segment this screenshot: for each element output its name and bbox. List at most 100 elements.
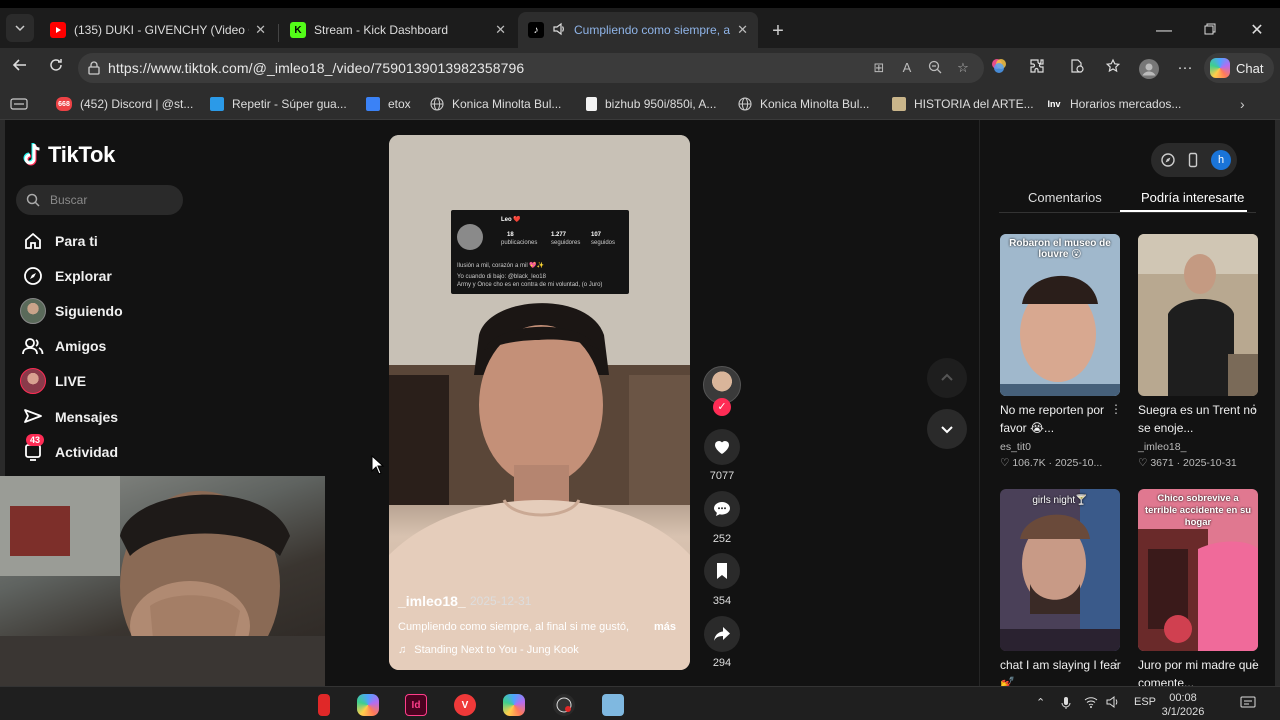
favorite-star-icon[interactable]: ☆ <box>954 60 972 76</box>
more-options-icon[interactable]: ⋮ <box>1110 402 1122 416</box>
tray-overflow-chevron-icon[interactable]: ⌃ <box>1036 696 1045 709</box>
favorites-icon[interactable] <box>1102 58 1124 78</box>
bookmark-bizhub[interactable]: bizhub 950i/850i, A... <box>586 95 716 113</box>
next-video-button[interactable] <box>927 409 967 449</box>
nav-explorar[interactable]: Explorar <box>20 261 112 291</box>
thumbnail-overlay-text: Chico sobrevive a terrible accidente en … <box>1144 493 1252 528</box>
nav-para-ti[interactable]: Para ti <box>20 226 98 256</box>
like-button[interactable] <box>704 429 740 465</box>
suggestion-thumbnail[interactable]: Chico sobrevive a terrible accidente en … <box>1138 489 1258 651</box>
more-menu-icon[interactable]: ··· <box>1174 58 1196 78</box>
translate-icon[interactable]: A <box>898 60 916 76</box>
more-options-icon[interactable]: ⋮ <box>1248 402 1260 416</box>
suggestion-caption[interactable]: chat I am slaying I fear 💅 <box>1000 656 1124 686</box>
lock-bookmark-icon <box>366 97 380 111</box>
bookmark-etox[interactable]: etox <box>366 95 411 113</box>
bookmark-historia[interactable]: HISTORIA del ARTE... <box>892 95 1034 113</box>
back-button[interactable] <box>8 56 32 80</box>
copilot-taskbar-icon[interactable] <box>357 694 379 716</box>
comment-button[interactable] <box>704 491 740 527</box>
notifications-icon[interactable] <box>1240 696 1256 713</box>
close-window-button[interactable]: ✕ <box>1245 20 1269 44</box>
copilot-chat-button[interactable]: Chat <box>1204 53 1274 83</box>
follow-check-icon[interactable]: ✓ <box>713 398 731 416</box>
more-options-icon[interactable]: ⋮ <box>1110 657 1122 671</box>
video-music[interactable]: ♫ Standing Next to You - Jung Kook <box>398 644 579 656</box>
microphone-icon[interactable] <box>1060 696 1072 713</box>
suggestion-caption[interactable]: Suegra es un Trent no se enoje... <box>1138 401 1262 437</box>
tab-podria-interesarte[interactable]: Podría interesarte <box>1141 190 1244 205</box>
suggestion-thumbnail[interactable]: girls night🍸 <box>1000 489 1120 651</box>
heart-icon <box>715 441 729 454</box>
clock[interactable]: 00:08 3/1/2026 <box>1153 691 1213 719</box>
video-player[interactable]: Leo ❤️ 18 publicaciones 1.277 seguidores… <box>389 135 690 670</box>
indesign-icon[interactable]: Id <box>405 694 427 716</box>
volume-icon[interactable] <box>1106 696 1120 711</box>
suggestion-author[interactable]: _imleo18_ <box>1138 440 1186 454</box>
nav-live[interactable]: LIVE <box>20 366 86 396</box>
share-button[interactable] <box>704 616 740 652</box>
search-box[interactable] <box>16 185 183 215</box>
speaker-icon[interactable] <box>552 22 566 39</box>
caption-more-link[interactable]: más <box>654 621 676 633</box>
video-author[interactable]: _imleo18_ <box>398 593 466 609</box>
close-tab-icon[interactable]: ✕ <box>737 22 748 38</box>
logo-text: TikTok <box>48 142 116 167</box>
bookmark-repetir[interactable]: Repetir - Súper gua... <box>210 95 347 113</box>
suggestion-author[interactable]: es_tit0 <box>1000 440 1031 454</box>
new-tab-button[interactable]: + <box>766 20 790 44</box>
url-text[interactable]: https://www.tiktok.com/@_imleo18_/video/… <box>108 60 524 76</box>
vivaldi-icon[interactable]: V <box>454 694 476 716</box>
tab-tiktok[interactable]: ♪ Cumpliendo como siempre, a ✕ <box>518 12 758 48</box>
tab-youtube[interactable]: (135) DUKI - GIVENCHY (Video Ofi ✕ <box>40 12 276 48</box>
app-available-icon[interactable]: ⊞ <box>870 60 888 76</box>
share-icon <box>714 627 730 641</box>
search-input[interactable] <box>50 193 170 207</box>
close-tab-icon[interactable]: ✕ <box>255 22 266 38</box>
tab-comentarios[interactable]: Comentarios <box>1028 190 1102 205</box>
tab-kick[interactable]: K Stream - Kick Dashboard ✕ <box>280 12 516 48</box>
bookmark-konica-2[interactable]: Konica Minolta Bul... <box>738 95 869 113</box>
user-avatar-icon[interactable]: h <box>1211 150 1231 170</box>
previous-video-button[interactable] <box>927 358 967 398</box>
nav-amigos[interactable]: Amigos <box>20 331 106 361</box>
nav-actividad[interactable]: 43 Actividad <box>20 434 118 467</box>
suggestion-thumbnail[interactable] <box>1138 234 1258 396</box>
bookmark-horarios[interactable]: Inv Horarios mercados... <box>1046 95 1181 113</box>
tiktok-logo[interactable]: TikTok <box>22 142 115 168</box>
refresh-button[interactable] <box>44 56 68 80</box>
reading-list-icon[interactable] <box>10 95 28 113</box>
profile-avatar-icon[interactable] <box>1138 58 1160 79</box>
app-red-icon[interactable] <box>318 694 330 716</box>
obs-icon[interactable] <box>553 694 575 716</box>
restore-button[interactable] <box>1198 20 1222 44</box>
tab-title: (135) DUKI - GIVENCHY (Video Ofi <box>74 23 250 37</box>
suggestion-caption[interactable]: Juro por mi madre que comente... <box>1138 656 1262 686</box>
close-tab-icon[interactable]: ✕ <box>495 22 506 38</box>
tab-title: Stream - Kick Dashboard <box>314 23 449 37</box>
doc-icon <box>586 97 597 111</box>
bookmark-konica-1[interactable]: Konica Minolta Bul... <box>430 95 561 113</box>
suggestion-caption[interactable]: No me reporten por favor 😭... <box>1000 401 1124 437</box>
m365-icon[interactable] <box>503 694 525 716</box>
more-bookmarks-chevron-icon[interactable]: › <box>1240 95 1245 113</box>
bookmark-discord[interactable]: 668 (452) Discord | @st... <box>56 95 193 113</box>
tab-actions-button[interactable] <box>6 14 34 42</box>
zoom-icon[interactable] <box>926 60 944 76</box>
tiktok-icon: ♪ <box>528 22 544 38</box>
minimize-button[interactable]: — <box>1152 20 1176 44</box>
site-info-icon[interactable] <box>86 60 102 76</box>
wifi-icon[interactable] <box>1084 696 1098 711</box>
compass-icon[interactable] <box>1160 152 1176 168</box>
extension-color-icon[interactable] <box>988 58 1010 78</box>
address-bar[interactable]: https://www.tiktok.com/@_imleo18_/video/… <box>78 53 984 83</box>
bookmark-button[interactable] <box>704 553 740 589</box>
nav-mensajes[interactable]: Mensajes <box>20 402 118 432</box>
extensions-icon[interactable] <box>1026 58 1048 78</box>
nav-siguiendo[interactable]: Siguiendo <box>20 296 123 326</box>
suggestion-thumbnail[interactable]: Robaron el museo de louvre 😮 <box>1000 234 1120 396</box>
more-options-icon[interactable]: ⋮ <box>1248 657 1260 671</box>
phone-icon[interactable] <box>1185 152 1201 168</box>
notes-icon[interactable] <box>602 694 624 716</box>
browser-essentials-icon[interactable] <box>1066 58 1088 78</box>
